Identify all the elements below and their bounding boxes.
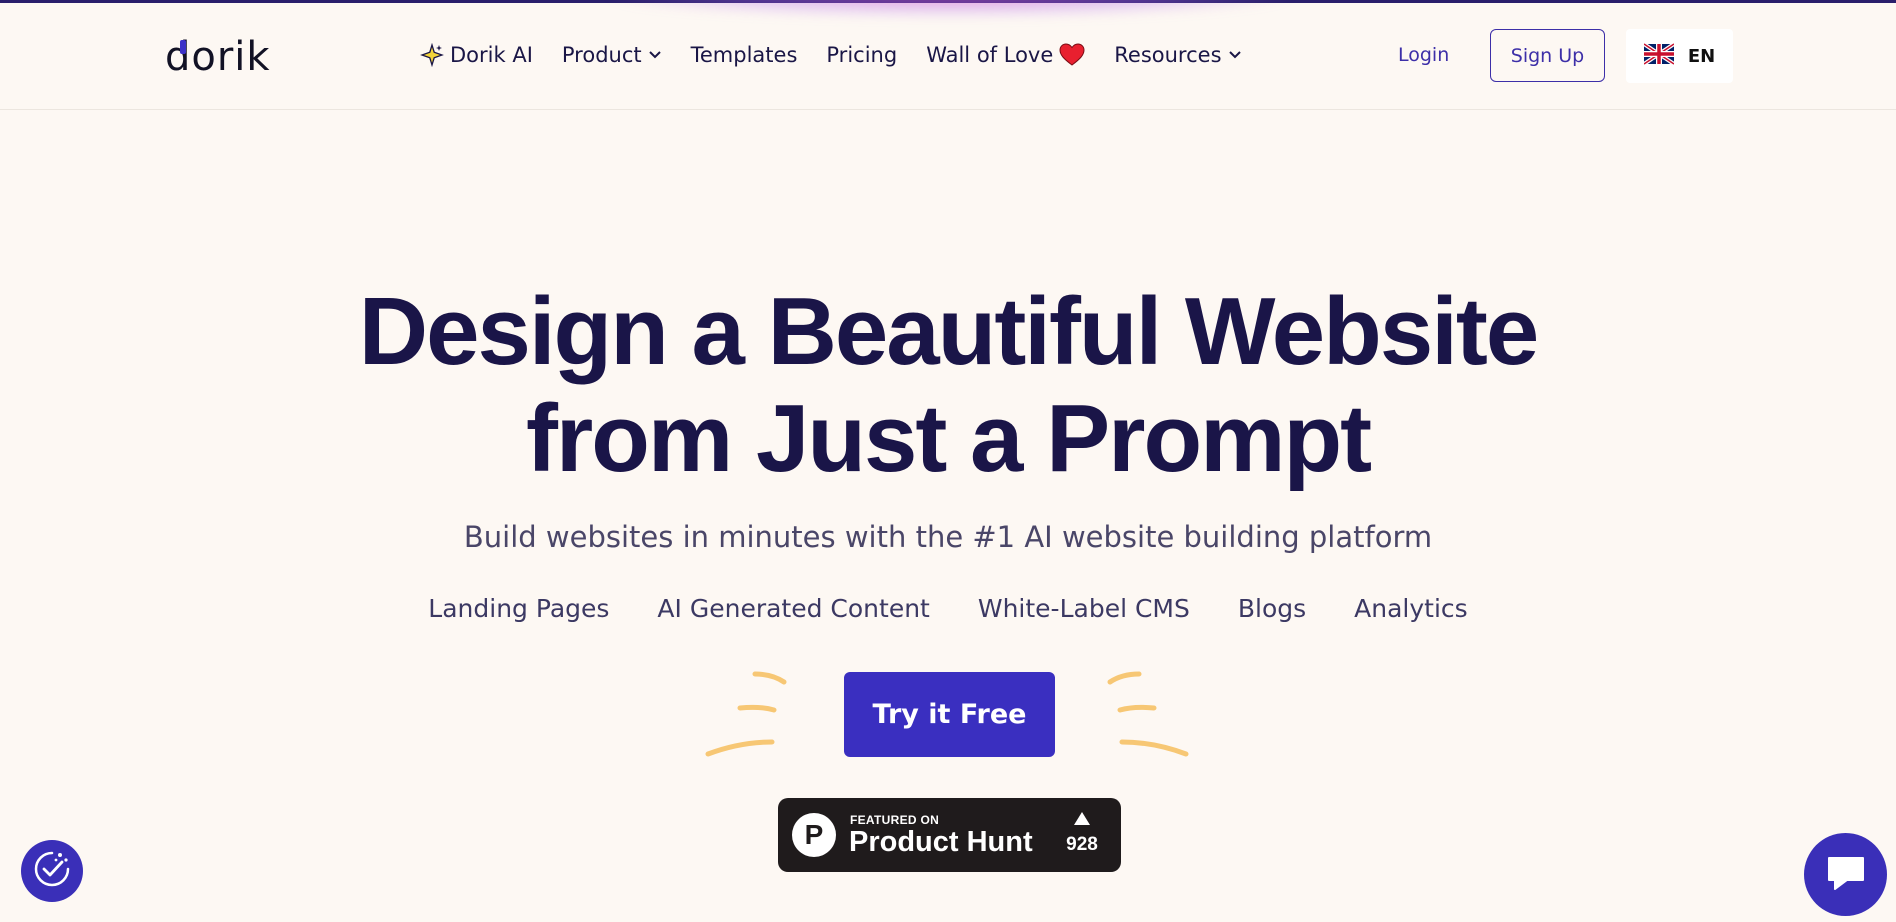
chevron-down-icon [648,50,662,60]
nav-item-pricing[interactable]: Pricing [826,43,897,67]
upvote-arrow-icon [1074,812,1090,825]
sparkle-lines-left-decoration [705,671,787,757]
hero-title-line-2: from Just a Prompt [525,385,1372,492]
nav-label: Resources [1114,43,1222,67]
nav-label: Templates [690,43,798,67]
try-it-free-button[interactable]: Try it Free [844,672,1055,757]
chat-widget-button[interactable] [1804,833,1887,916]
sign-up-button[interactable]: Sign Up [1490,29,1605,82]
feature-item: Blogs [1237,594,1307,623]
sparkle-icon [420,43,444,67]
chat-bubble-icon [1825,854,1867,896]
featured-on-label: FEATURED ON [850,813,940,827]
heart-icon [1059,43,1085,67]
feature-item: White-Label CMS [977,594,1190,623]
cookie-consent-icon [32,849,72,893]
product-hunt-logo-icon: P [792,813,836,857]
dorik-logo[interactable]: dorik [165,33,271,81]
nav-label: Product [561,43,642,67]
product-hunt-name: Product Hunt [849,826,1033,858]
nav-item-templates[interactable]: Templates [691,43,798,67]
sparkle-lines-right-decoration [1107,671,1189,757]
cookie-consent-button[interactable] [21,840,83,902]
feature-item: Analytics [1354,594,1468,623]
nav-label: Pricing [826,43,898,67]
hero-title: Design a Beautiful Website from Just a P… [0,278,1896,492]
feature-item: Landing Pages [428,594,610,623]
login-link[interactable]: Login [1398,44,1449,66]
site-header: dorik Dorik AI Product Templates Pricing [0,3,1896,110]
nav-item-product[interactable]: Product [562,43,662,67]
uk-flag-icon [1642,41,1675,70]
nav-item-wall-of-love[interactable]: Wall of Love [926,43,1085,67]
upvote-count: 928 [1066,834,1098,855]
hero-subtitle: Build websites in minutes with the #1 AI… [463,520,1433,554]
nav-label: Wall of Love [926,43,1054,67]
language-code: EN [1687,45,1716,67]
logo-accent-mark [180,40,186,54]
nav-item-resources[interactable]: Resources [1114,43,1241,67]
hero-title-line-1: Design a Beautiful Website [358,278,1539,385]
product-hunt-badge[interactable]: P FEATURED ON Product Hunt 928 [778,798,1121,872]
language-selector[interactable]: EN [1626,29,1733,83]
chevron-down-icon [1228,50,1242,60]
main-nav: Dorik AI Product Templates Pricing Wall … [420,37,1271,73]
nav-label: Dorik AI [450,43,533,67]
nav-item-dorik-ai[interactable]: Dorik AI [420,43,533,67]
feature-item: AI Generated Content [657,594,930,623]
feature-list: Landing Pages AI Generated Content White… [0,594,1896,623]
